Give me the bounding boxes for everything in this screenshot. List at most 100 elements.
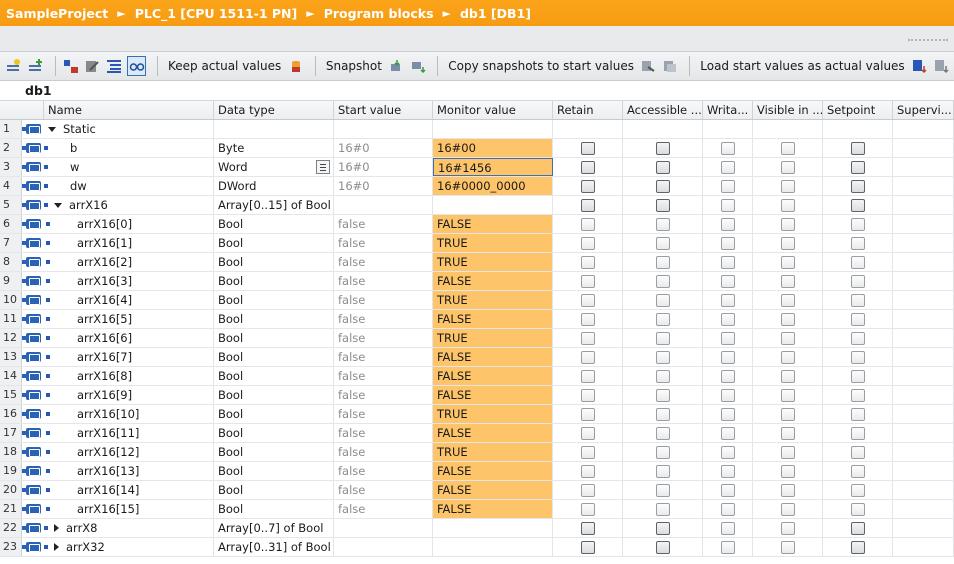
setpoint-checkbox[interactable] <box>850 293 865 307</box>
table-row[interactable]: 11 arrX16[5] Bool false FALSE <box>0 310 954 329</box>
table-row[interactable]: 17 arrX16[11] Bool false FALSE <box>0 424 954 443</box>
data-type-cell[interactable]: Array[0..7] of Bool <box>214 519 334 537</box>
name-cell[interactable]: arrX16[15] <box>44 500 214 518</box>
add-row-icon[interactable] <box>28 57 45 75</box>
writable-checkbox[interactable] <box>720 236 735 250</box>
retain-checkbox[interactable] <box>580 426 595 440</box>
setpoint-checkbox[interactable] <box>850 217 865 231</box>
retain-checkbox[interactable] <box>580 217 595 231</box>
breadcrumb-db1[interactable]: db1 [DB1] <box>460 6 531 21</box>
table-row[interactable]: 9 arrX16[3] Bool false FALSE <box>0 272 954 291</box>
expand-toggle-icon[interactable] <box>48 126 56 132</box>
data-type-cell[interactable]: Bool <box>214 405 334 423</box>
setpoint-checkbox[interactable] <box>850 540 865 554</box>
accessible-checkbox[interactable] <box>655 312 670 326</box>
table-row[interactable]: 15 arrX16[9] Bool false FALSE <box>0 386 954 405</box>
header-name[interactable]: Name <box>44 101 214 119</box>
name-cell[interactable]: arrX16[0] <box>44 215 214 233</box>
monitor-value-cell[interactable]: FALSE <box>433 481 553 499</box>
header-visible[interactable]: Visible in ... <box>753 101 823 119</box>
monitor-value-cell[interactable]: FALSE <box>433 310 553 328</box>
monitor-value-cell[interactable]: FALSE <box>433 424 553 442</box>
writable-checkbox[interactable] <box>720 388 735 402</box>
start-value-cell[interactable]: false <box>334 272 433 290</box>
start-value-cell[interactable]: 16#0 <box>334 177 433 195</box>
accessible-checkbox[interactable] <box>655 198 670 212</box>
writable-checkbox[interactable] <box>720 540 735 554</box>
keep-values-icon[interactable] <box>287 57 304 75</box>
retain-checkbox[interactable] <box>580 179 595 193</box>
retain-checkbox[interactable] <box>580 369 595 383</box>
accessible-checkbox[interactable] <box>655 350 670 364</box>
monitor-value-cell[interactable]: 16#00 <box>433 139 553 157</box>
table-row[interactable]: 10 arrX16[4] Bool false TRUE <box>0 291 954 310</box>
data-type-cell[interactable]: Bool <box>214 234 334 252</box>
table-row[interactable]: 1 Static <box>0 120 954 139</box>
accessible-checkbox[interactable] <box>655 445 670 459</box>
data-type-cell[interactable]: Bool <box>214 443 334 461</box>
writable-checkbox[interactable] <box>720 160 735 174</box>
table-row[interactable]: 4 dw DWord 16#0 16#0000_0000 <box>0 177 954 196</box>
retain-checkbox[interactable] <box>580 388 595 402</box>
retain-checkbox[interactable] <box>580 502 595 516</box>
accessible-checkbox[interactable] <box>655 274 670 288</box>
start-value-cell[interactable]: false <box>334 481 433 499</box>
visible-checkbox[interactable] <box>780 502 795 516</box>
retain-checkbox[interactable] <box>580 160 595 174</box>
name-cell[interactable]: arrX16[14] <box>44 481 214 499</box>
writable-checkbox[interactable] <box>720 350 735 364</box>
retain-checkbox[interactable] <box>580 236 595 250</box>
monitor-value-cell[interactable] <box>433 538 553 556</box>
name-cell[interactable]: arrX16[9] <box>44 386 214 404</box>
data-type-cell[interactable] <box>214 120 334 138</box>
setpoint-checkbox[interactable] <box>850 274 865 288</box>
retain-checkbox[interactable] <box>580 464 595 478</box>
monitor-value-cell[interactable] <box>433 120 553 138</box>
retain-checkbox[interactable] <box>580 198 595 212</box>
accessible-checkbox[interactable] <box>655 426 670 440</box>
copy-snapshots-button[interactable]: Copy snapshots to start values <box>448 59 634 73</box>
monitor-value-cell[interactable]: FALSE <box>433 215 553 233</box>
start-value-cell[interactable]: false <box>334 424 433 442</box>
setpoint-checkbox[interactable] <box>850 255 865 269</box>
name-cell[interactable]: arrX16[5] <box>44 310 214 328</box>
start-value-cell[interactable] <box>334 196 433 214</box>
setpoint-checkbox[interactable] <box>850 407 865 421</box>
name-cell[interactable]: dw <box>44 177 214 195</box>
visible-checkbox[interactable] <box>780 388 795 402</box>
data-type-cell[interactable]: Bool <box>214 310 334 328</box>
setpoint-checkbox[interactable] <box>850 426 865 440</box>
data-type-cell[interactable]: Array[0..31] of Bool <box>214 538 334 556</box>
accessible-checkbox[interactable] <box>655 464 670 478</box>
table-row[interactable]: 21 arrX16[15] Bool false FALSE <box>0 500 954 519</box>
retain-checkbox[interactable] <box>580 331 595 345</box>
table-row[interactable]: 22 arrX8 Array[0..7] of Bool <box>0 519 954 538</box>
name-cell[interactable]: arrX16[8] <box>44 367 214 385</box>
name-cell[interactable]: arrX16[6] <box>44 329 214 347</box>
start-value-cell[interactable]: false <box>334 215 433 233</box>
table-row[interactable]: 6 arrX16[0] Bool false FALSE <box>0 215 954 234</box>
retain-checkbox[interactable] <box>580 407 595 421</box>
list-view-icon[interactable] <box>106 57 123 75</box>
table-row[interactable]: 23 arrX32 Array[0..31] of Bool <box>0 538 954 557</box>
setpoint-checkbox[interactable] <box>850 198 865 212</box>
accessible-checkbox[interactable] <box>655 331 670 345</box>
visible-checkbox[interactable] <box>780 179 795 193</box>
name-cell[interactable]: arrX16[7] <box>44 348 214 366</box>
writable-checkbox[interactable] <box>720 255 735 269</box>
header-start-value[interactable]: Start value <box>334 101 433 119</box>
data-type-cell[interactable]: Bool <box>214 367 334 385</box>
name-cell[interactable]: Static <box>44 120 214 138</box>
writable-checkbox[interactable] <box>720 407 735 421</box>
setpoint-checkbox[interactable] <box>850 160 865 174</box>
data-type-cell[interactable]: Bool <box>214 215 334 233</box>
setpoint-checkbox[interactable] <box>850 350 865 364</box>
name-cell[interactable]: b <box>44 139 214 157</box>
visible-checkbox[interactable] <box>780 236 795 250</box>
header-supervision[interactable]: Supervi... <box>893 101 954 119</box>
name-cell[interactable]: arrX16[1] <box>44 234 214 252</box>
table-row[interactable]: 19 arrX16[13] Bool false FALSE <box>0 462 954 481</box>
name-cell[interactable]: arrX16[12] <box>44 443 214 461</box>
monitor-value-cell[interactable]: TRUE <box>433 443 553 461</box>
monitor-value-cell[interactable]: TRUE <box>433 329 553 347</box>
